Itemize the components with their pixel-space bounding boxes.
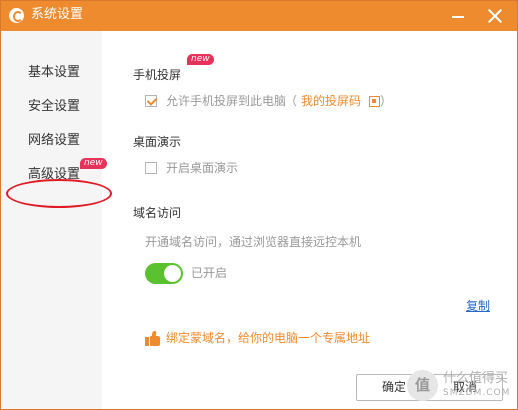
close-button[interactable] bbox=[487, 8, 503, 24]
toggle-knob bbox=[164, 265, 181, 282]
domain-access-toggle[interactable] bbox=[145, 263, 183, 284]
copy-link[interactable]: 复制 bbox=[466, 299, 490, 314]
thumbs-up-icon bbox=[145, 331, 161, 347]
highlight-oval bbox=[6, 179, 112, 208]
settings-panel: 手机投屏 new 允许手机投屏到此电脑 （ 我的投屏码 ） 桌面演示 开启桌面演… bbox=[102, 31, 517, 409]
sidebar-item-security[interactable]: 安全设置 bbox=[28, 99, 80, 115]
mobile-cast-new-badge: new bbox=[187, 54, 214, 65]
watermark-logo-icon: 值 bbox=[407, 370, 438, 401]
bind-domain-promo-link[interactable]: 绑定蒙域名，给你的电脑一个专属地址 bbox=[166, 331, 370, 346]
my-cast-code-link[interactable]: 我的投屏码 bbox=[301, 94, 361, 109]
check-icon bbox=[146, 95, 158, 106]
window-title: 系统设置 bbox=[31, 7, 84, 22]
desktop-demo-option-label: 开启桌面演示 bbox=[166, 161, 239, 175]
watermark: 值 什么值得买 SMZDM.COM bbox=[407, 368, 511, 404]
sidebar: 基本设置 安全设置 网络设置 高级设置 new bbox=[1, 31, 112, 409]
sidebar-item-network[interactable]: 网络设置 bbox=[28, 133, 80, 149]
mobile-cast-title: 手机投屏 bbox=[133, 68, 182, 82]
desktop-demo-title: 桌面演示 bbox=[133, 135, 182, 149]
mobile-cast-checkbox[interactable] bbox=[145, 95, 158, 107]
paren-open: （ bbox=[285, 94, 298, 108]
mobile-cast-option-label: 允许手机投屏到此电脑 bbox=[166, 94, 287, 108]
domain-access-title: 域名访问 bbox=[133, 206, 182, 220]
qr-code-icon[interactable] bbox=[369, 96, 380, 107]
app-logo-icon bbox=[9, 8, 24, 23]
paren-close: ） bbox=[380, 94, 393, 108]
desktop-demo-checkbox[interactable] bbox=[145, 162, 157, 174]
watermark-text: 什么值得买 bbox=[443, 371, 509, 386]
watermark-subtext: SMZDM.COM bbox=[443, 388, 511, 398]
minimize-button[interactable] bbox=[452, 16, 464, 18]
sidebar-item-basic[interactable]: 基本设置 bbox=[28, 65, 80, 81]
title-bar: 系统设置 bbox=[1, 1, 517, 31]
settings-window: 系统设置 基本设置 安全设置 网络设置 高级设置 new 手机投屏 new 允许… bbox=[0, 0, 518, 410]
domain-access-description: 开通域名访问，通过浏览器直接远控本机 bbox=[145, 235, 362, 249]
toggle-status-label: 已开启 bbox=[191, 266, 228, 280]
